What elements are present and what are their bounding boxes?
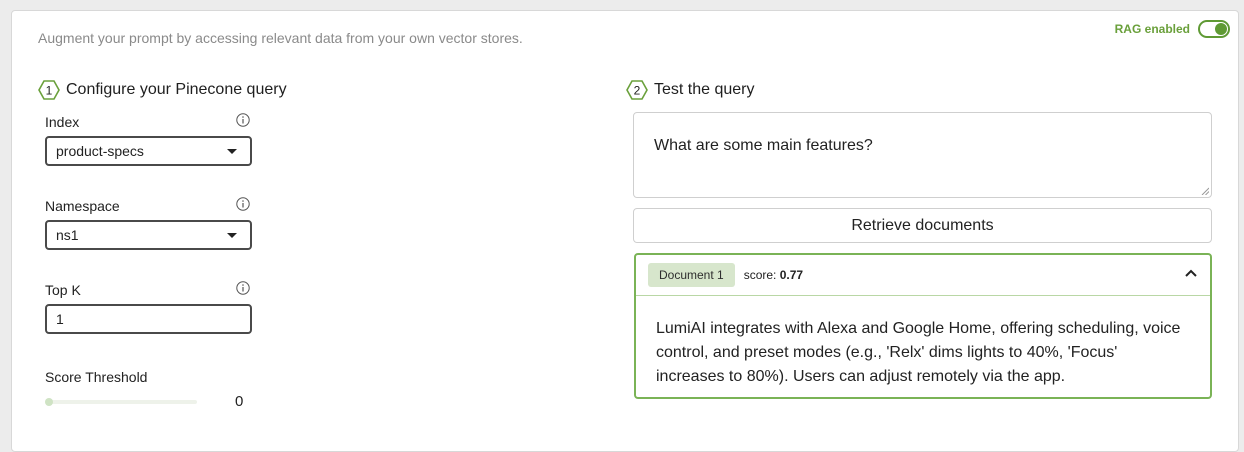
info-icon[interactable] [236, 113, 250, 127]
topk-input-value: 1 [56, 311, 64, 327]
resize-handle-icon[interactable] [1201, 187, 1209, 195]
step-configure-heading: 1 Configure your Pinecone query [38, 80, 287, 100]
document-header[interactable]: Document 1 score: 0.77 [636, 255, 1210, 296]
namespace-select[interactable]: ns1 [45, 220, 252, 250]
document-result-card: Document 1 score: 0.77 LumiAI integrates… [634, 253, 1212, 399]
panel-description: Augment your prompt by accessing relevan… [38, 30, 523, 46]
query-textarea[interactable]: What are some main features? [633, 112, 1212, 198]
index-select[interactable]: product-specs [45, 136, 252, 166]
document-badge: Document 1 [648, 263, 735, 287]
document-content: LumiAI integrates with Alexa and Google … [656, 320, 1181, 385]
query-text: What are some main features? [654, 137, 873, 154]
slider-thumb[interactable] [45, 398, 53, 406]
step-number: 1 [46, 84, 53, 98]
test-title: Test the query [654, 81, 755, 98]
configure-title: Configure your Pinecone query [66, 81, 287, 98]
caret-down-icon [227, 149, 237, 154]
document-score: score: 0.77 [744, 268, 803, 282]
chevron-up-icon[interactable] [1184, 268, 1198, 278]
info-icon[interactable] [236, 197, 250, 211]
step-test-heading: 2 Test the query [626, 80, 755, 100]
caret-down-icon [227, 233, 237, 238]
score-label: score: [743, 268, 777, 282]
index-label: Index [45, 114, 80, 130]
rag-enabled-label: RAG enabled [1114, 22, 1190, 36]
score-value: 0.77 [779, 268, 804, 282]
score-threshold-slider[interactable] [47, 400, 197, 404]
hexagon-step-icon: 1 [38, 80, 60, 100]
retrieve-documents-button[interactable]: Retrieve documents [633, 208, 1212, 243]
topk-input[interactable]: 1 [45, 304, 252, 334]
toggle-knob [1215, 23, 1227, 35]
topk-label: Top K [45, 282, 81, 298]
rag-panel: Augment your prompt by accessing relevan… [11, 10, 1239, 452]
step-number: 2 [634, 84, 641, 98]
rag-toggle[interactable] [1198, 20, 1230, 38]
namespace-label: Namespace [45, 198, 120, 214]
score-threshold-value: 0 [235, 393, 244, 410]
score-threshold-label: Score Threshold [45, 369, 148, 385]
info-icon[interactable] [236, 281, 250, 295]
index-select-value: product-specs [56, 143, 144, 159]
namespace-select-value: ns1 [56, 227, 79, 243]
hexagon-step-icon: 2 [626, 80, 648, 100]
rag-toggle-group: RAG enabled [1115, 20, 1230, 38]
